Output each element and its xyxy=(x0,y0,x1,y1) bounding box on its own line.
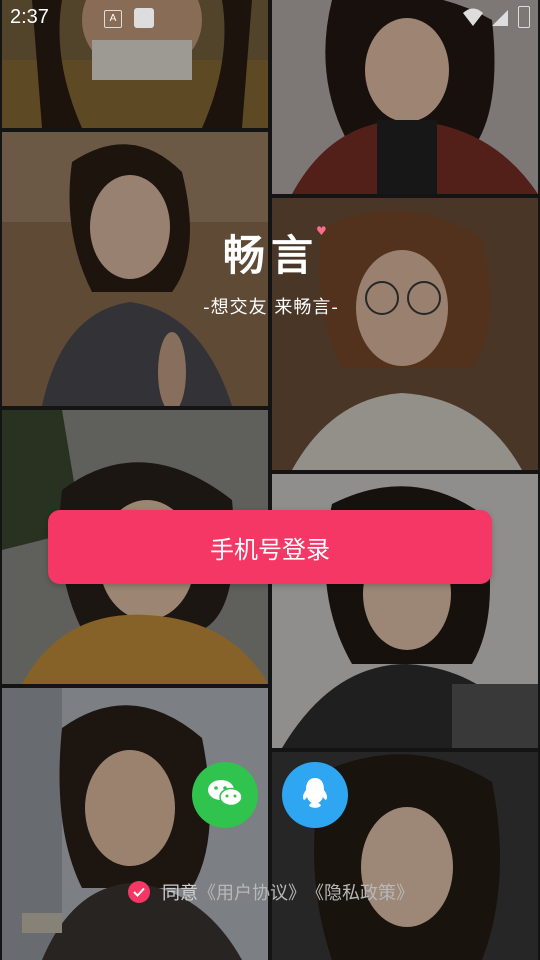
status-bar: 2:37 A xyxy=(0,0,540,36)
dark-overlay xyxy=(0,0,540,960)
signal-icon xyxy=(490,6,510,33)
wechat-login-button[interactable] xyxy=(192,762,258,828)
wechat-icon xyxy=(207,778,243,812)
notification-square-icon xyxy=(134,8,154,28)
privacy-policy-link[interactable]: 《隐私政策》 xyxy=(306,879,414,905)
battery-icon xyxy=(518,6,530,28)
phone-login-button[interactable]: 手机号登录 xyxy=(48,510,492,584)
agree-checkbox[interactable] xyxy=(128,881,150,903)
user-agreement-link[interactable]: 《用户协议》 xyxy=(198,879,306,905)
qq-login-button[interactable] xyxy=(282,762,348,828)
check-icon xyxy=(133,887,145,897)
app-logo: 畅言 ♥ -想交友 来畅言- xyxy=(196,220,346,320)
app-slogan: -想交友 来畅言- xyxy=(203,297,339,318)
notification-icon: A xyxy=(104,10,122,28)
qq-icon xyxy=(300,776,330,814)
background-photo-collage xyxy=(0,0,540,960)
wifi-icon xyxy=(462,6,484,33)
agreement-row: 同意 《用户协议》 《隐私政策》 xyxy=(128,880,414,904)
agree-text: 同意 xyxy=(162,883,198,904)
status-time: 2:37 xyxy=(10,6,49,28)
heart-icon: ♥ xyxy=(316,224,327,238)
